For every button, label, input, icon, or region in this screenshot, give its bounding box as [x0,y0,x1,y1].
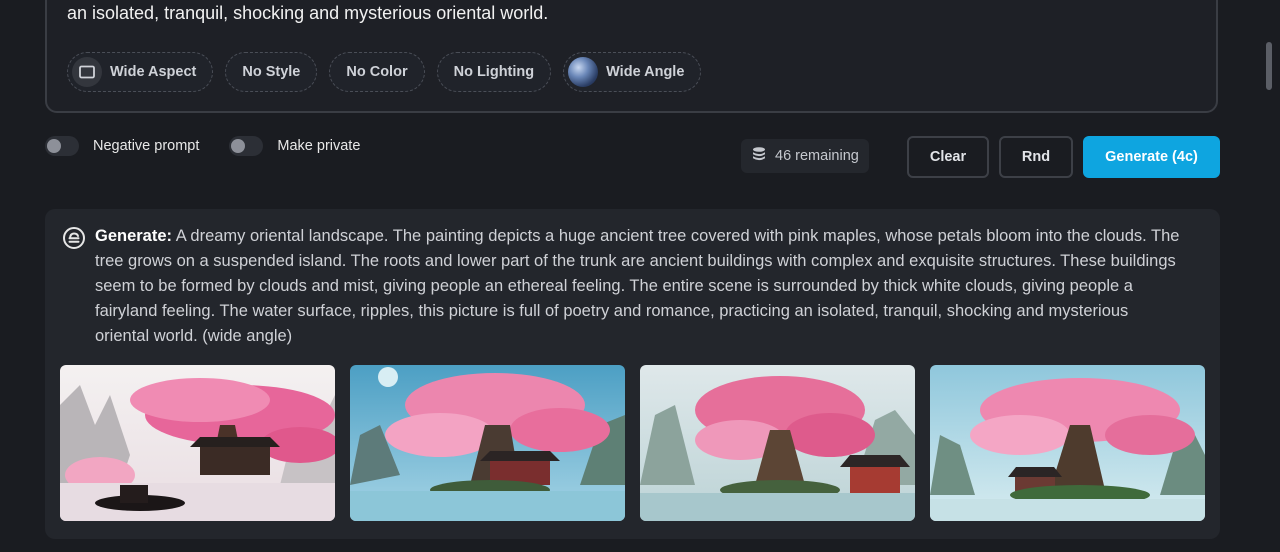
random-button[interactable]: Rnd [999,136,1073,178]
chip-label: Wide Angle [606,64,685,80]
image-gallery [60,365,1205,521]
chip-label: No Color [346,64,408,80]
clear-button[interactable]: Clear [907,136,989,178]
negative-prompt-label: Negative prompt [93,138,200,154]
make-private-toggle[interactable] [229,136,264,156]
generation-result-card: Generate: A dreamy oriental landscape. T… [45,209,1220,539]
toggle-knob [47,139,61,153]
chip-label: No Lighting [453,64,535,80]
generated-image-3[interactable] [640,365,915,521]
chip-wide-angle[interactable]: Wide Angle [563,52,702,92]
prompt-text[interactable]: an isolated, tranquil, shocking and myst… [67,3,548,24]
toggle-row: Negative prompt Make private [45,136,360,156]
generated-image-2[interactable] [350,365,625,521]
chip-label: No Style [242,64,301,80]
generated-image-1[interactable] [60,365,335,521]
make-private-toggle-wrap: Make private [229,136,360,156]
credits-remaining: 46 remaining [741,139,869,173]
prompt-box[interactable]: an isolated, tranquil, shocking and myst… [45,0,1218,113]
generate-button[interactable]: Generate (4c) [1083,136,1220,178]
result-label: Generate: [95,227,173,245]
generate-icon [62,226,86,255]
scrollbar-thumb[interactable] [1266,42,1272,90]
toggle-knob [231,139,246,153]
result-prompt: A dreamy oriental landscape. The paintin… [95,227,1180,345]
generated-image-4[interactable] [930,365,1205,521]
chip-label: Wide Aspect [110,64,197,80]
modifier-chips: Wide Aspect No Style No Color No Lightin… [67,52,702,92]
make-private-label: Make private [277,138,361,154]
result-prompt-text: Generate: A dreamy oriental landscape. T… [95,224,1185,349]
negative-prompt-toggle-wrap: Negative prompt [45,136,199,156]
chip-no-color[interactable]: No Color [329,52,425,92]
wide-angle-thumbnail [568,57,599,87]
chip-wide-aspect[interactable]: Wide Aspect [67,52,214,92]
aspect-ratio-icon [72,57,102,87]
database-stack-icon [751,146,767,166]
chip-no-lighting[interactable]: No Lighting [436,52,552,92]
credits-remaining-text: 46 remaining [775,148,859,164]
chip-no-style[interactable]: No Style [225,52,318,92]
negative-prompt-toggle[interactable] [45,136,79,156]
